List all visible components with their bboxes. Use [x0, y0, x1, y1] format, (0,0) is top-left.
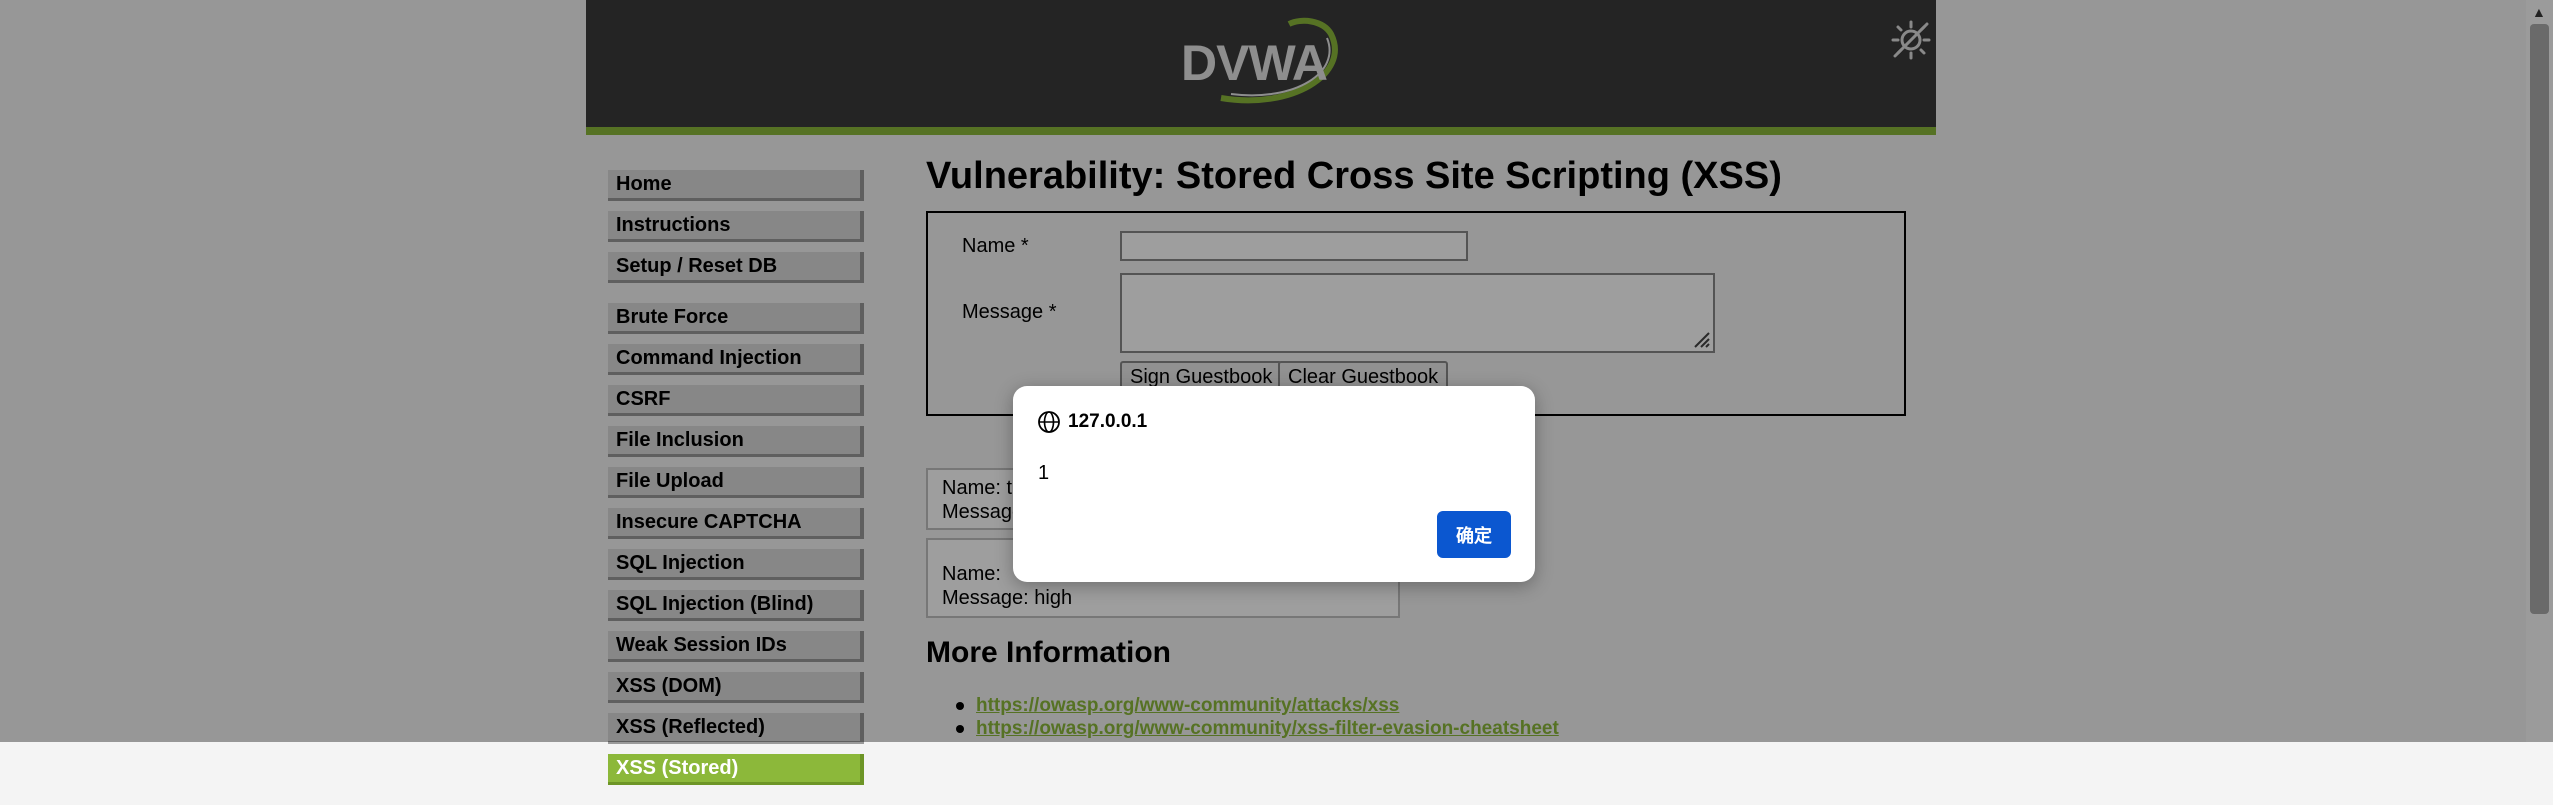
scroll-up-icon[interactable]: ▲	[2532, 4, 2546, 20]
sidebar-item-xss-stored[interactable]: XSS (Stored)	[608, 754, 864, 785]
vertical-scrollbar[interactable]: ▲	[2526, 0, 2553, 742]
dialog-message: 1	[1038, 462, 1050, 484]
dialog-origin: 127.0.0.1	[1068, 411, 1148, 432]
modal-backdrop	[0, 0, 2553, 742]
scrollbar-thumb[interactable]	[2530, 24, 2549, 614]
globe-icon	[1038, 411, 1060, 433]
ok-button[interactable]: 确定	[1437, 511, 1511, 558]
alert-dialog: 127.0.0.1 1 确定	[1013, 386, 1535, 582]
